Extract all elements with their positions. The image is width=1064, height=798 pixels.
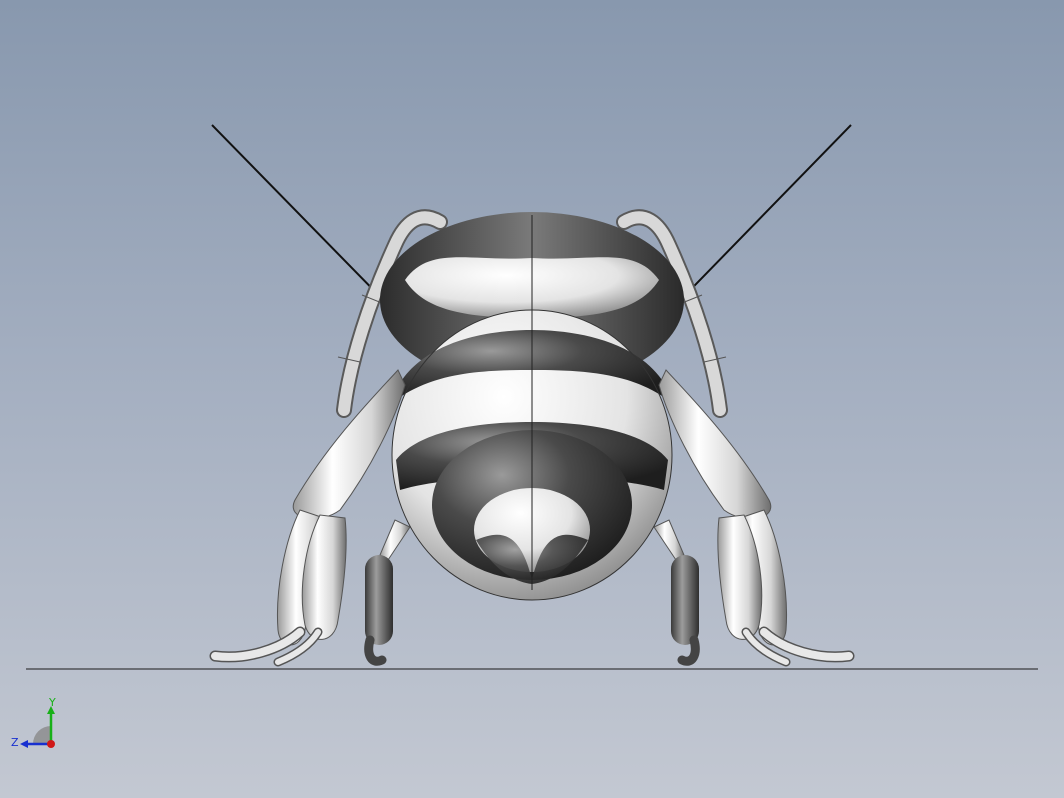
bee-model[interactable] [0,0,1064,798]
triad-z-label: Z [11,736,19,749]
triad-y-label: Y [48,696,56,709]
reference-triad[interactable]: Y Z [8,696,64,756]
graphics-viewport[interactable]: Y Z [0,0,1064,798]
